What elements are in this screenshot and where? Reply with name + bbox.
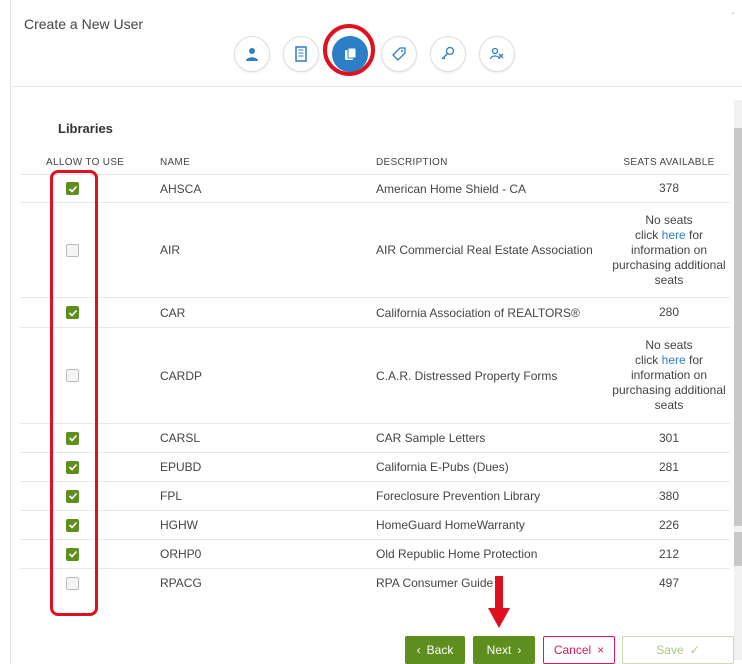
library-description: California E-Pubs (Dues) [376, 460, 509, 474]
active-step-highlight [323, 24, 375, 76]
seats-available: 212 [658, 546, 680, 561]
library-name: AHSCA [160, 181, 202, 196]
table-row: ORHP0 Old Republic Home Protection 212 [20, 539, 730, 568]
save-button[interactable]: Save ✓ [622, 636, 734, 664]
dialog-title: Create a New User [24, 16, 144, 32]
step-tags[interactable] [381, 36, 417, 72]
user-icon [246, 48, 258, 61]
red-arrow-annotation [488, 576, 510, 628]
no-seats-text: No seats [645, 338, 693, 352]
library-description: Old Republic Home Protection [376, 547, 538, 561]
no-seats-text: No seats [645, 212, 693, 227]
library-name: RPACG [160, 576, 202, 590]
tag-icon [392, 47, 406, 61]
cancel-label: Cancel [553, 643, 592, 657]
table-row: EPUBD California E-Pubs (Dues) 281 [20, 452, 730, 481]
library-description: HomeGuard HomeWarranty [376, 518, 525, 532]
col-seats: SEATS AVAILABLE [623, 156, 715, 168]
chevron-right-icon: › [517, 643, 522, 657]
footer: ‹ Back Next › Cancel × Save ✓ [0, 634, 742, 664]
scrollbar-thumb-lower[interactable] [734, 532, 742, 566]
table-row: CARDP C.A.R. Distressed Property Forms N… [20, 327, 730, 423]
seats-available: 497 [658, 575, 680, 590]
library-description: C.A.R. Distressed Property Forms [376, 368, 558, 383]
next-button[interactable]: Next › [473, 636, 535, 664]
back-label: Back [426, 643, 454, 657]
table-row: AIR AIR Commercial Real Estate Associati… [20, 202, 730, 297]
library-name: AIR [160, 243, 181, 257]
library-name: ORHP0 [160, 547, 202, 561]
table-row: CARSL CAR Sample Letters 301 [20, 423, 730, 452]
table-row: RPACG RPA Consumer Guide 497 [20, 568, 730, 597]
table-row: AHSCA American Home Shield - CA 378 [20, 174, 730, 202]
scrollbar-thumb[interactable] [734, 128, 742, 526]
library-name: FPL [160, 489, 183, 503]
seats-available: 378 [658, 181, 680, 195]
table-row: FPL Foreclosure Prevention Library 380 [20, 481, 730, 510]
library-name: HGHW [160, 518, 198, 532]
for-text: for [689, 353, 704, 367]
library-description: American Home Shield - CA [376, 181, 527, 196]
purchase-info-link[interactable]: here [662, 353, 686, 367]
library-name: CARDP [160, 368, 203, 383]
close-icon[interactable]: ˙ [732, 12, 738, 23]
table-row: CAR California Association of REALTORS® … [20, 297, 730, 327]
step-office[interactable] [283, 36, 319, 72]
step-user[interactable] [234, 36, 270, 72]
table-row: HGHW HomeGuard HomeWarranty 226 [20, 510, 730, 539]
seats-available: 380 [658, 488, 680, 503]
back-button[interactable]: ‹ Back [405, 636, 465, 664]
purchase-info-text: information on purchasing additional sea… [612, 242, 726, 287]
purchase-info-link[interactable]: here [662, 228, 686, 242]
seats-available: 280 [658, 305, 680, 319]
col-allow: ALLOW TO USE [46, 156, 125, 168]
library-description: California Association of REALTORS® [376, 305, 580, 320]
step-users[interactable] [479, 36, 515, 72]
col-name: NAME [160, 156, 191, 168]
step-keys[interactable] [430, 36, 466, 72]
purchase-info-text: information on purchasing additional sea… [612, 368, 726, 412]
seats-available: No seats click here for information on p… [608, 213, 730, 288]
library-description: CAR Sample Letters [376, 431, 486, 445]
library-name: EPUBD [160, 460, 202, 474]
section-title: Libraries [58, 121, 113, 136]
check-icon: ✓ [689, 643, 700, 657]
cancel-button[interactable]: Cancel × [543, 636, 615, 664]
checkbox-column-highlight [50, 170, 98, 616]
seats-available: 301 [658, 430, 680, 445]
click-text: click [634, 227, 659, 242]
table-header: ALLOW TO USE NAME DESCRIPTION SEATS AVAI… [20, 150, 730, 174]
next-label: Next [486, 643, 512, 657]
chevron-left-icon: ‹ [416, 643, 421, 657]
col-description: DESCRIPTION [376, 156, 448, 168]
save-label: Save [656, 643, 684, 657]
close-icon: × [597, 643, 605, 657]
click-text: click [634, 353, 659, 367]
key-icon [441, 46, 455, 60]
header-divider [10, 86, 742, 87]
library-description: AIR Commercial Real Estate Association [376, 243, 593, 257]
libraries-table: ALLOW TO USE NAME DESCRIPTION SEATS AVAI… [20, 150, 730, 597]
library-description: Foreclosure Prevention Library [376, 489, 541, 503]
users-icon [489, 47, 504, 60]
seats-available: 281 [658, 459, 680, 474]
for-text: for [689, 227, 704, 242]
library-name: CARSL [160, 431, 201, 445]
building-icon [295, 46, 307, 62]
seats-available: No seats click here for information on p… [608, 338, 730, 413]
library-name: CAR [160, 305, 186, 320]
seats-available: 226 [658, 517, 680, 532]
